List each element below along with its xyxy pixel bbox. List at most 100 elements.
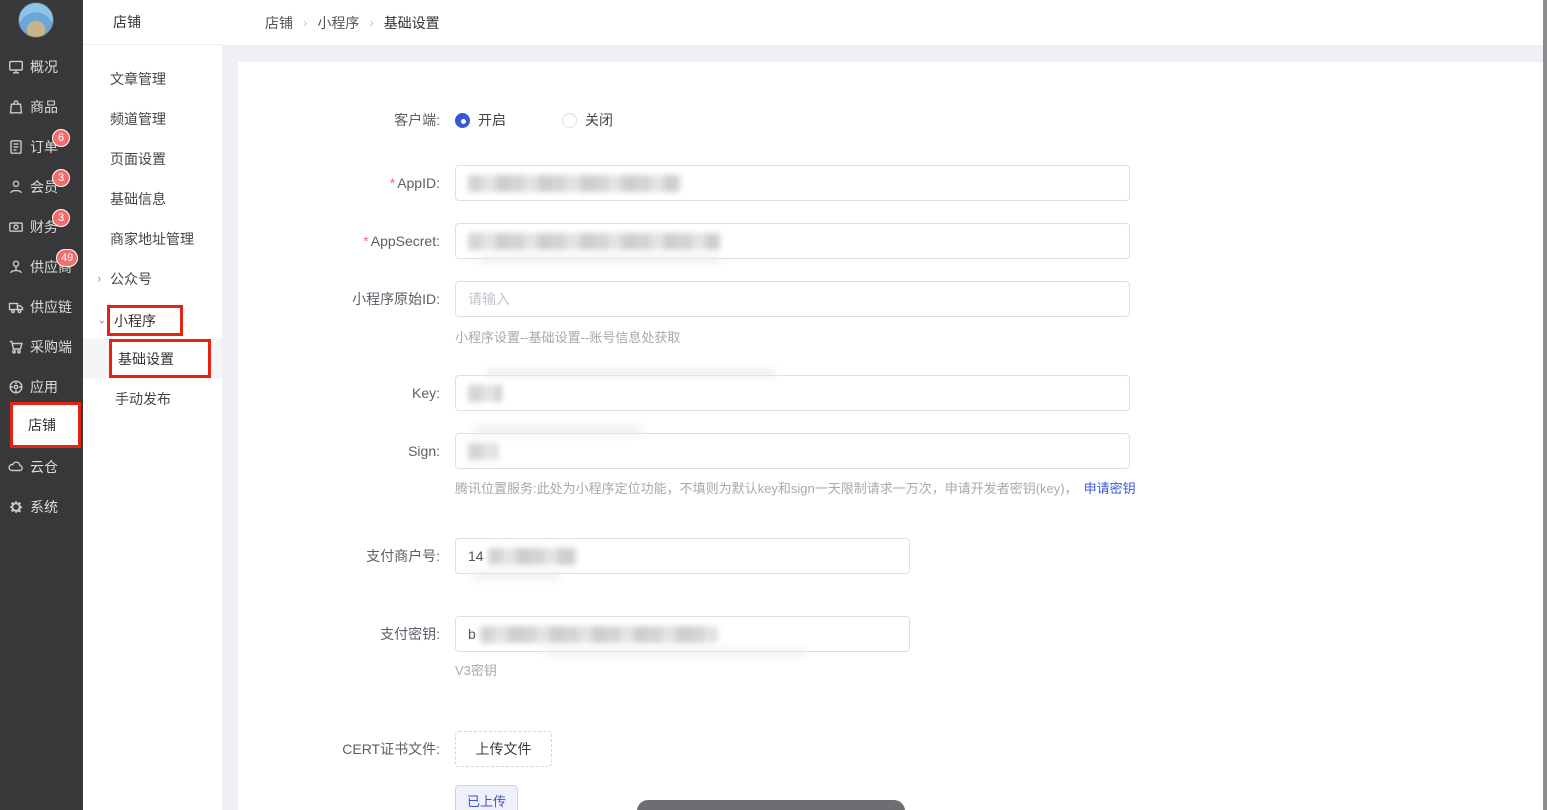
- appid-input[interactable]: [455, 165, 1130, 201]
- client-row: 客户端: 开启 关闭: [238, 110, 1543, 130]
- avatar[interactable]: [18, 2, 54, 38]
- orders-badge: 6: [52, 129, 70, 147]
- sidebar-item-supply-chain[interactable]: 供应链: [0, 287, 83, 327]
- sidebar-item-label: 应用: [30, 379, 58, 395]
- annotation-box-shop: 店铺: [10, 402, 81, 448]
- sidebar-item-label: 供应链: [30, 299, 72, 315]
- sidebar-item-label: 概况: [30, 59, 58, 75]
- goods-icon: [8, 99, 24, 115]
- supplier-badge: 49: [56, 249, 79, 267]
- submenu-item-manual-publish[interactable]: 手动发布: [83, 379, 222, 419]
- finance-icon: [8, 219, 24, 235]
- apps-icon: [8, 379, 24, 395]
- sidebar-item-cloud-warehouse[interactable]: 云仓: [0, 447, 83, 487]
- sidebar-item-label: 采购端: [30, 339, 72, 355]
- dashboard-icon: [8, 59, 24, 75]
- cert-label: CERT证书文件:: [342, 741, 440, 757]
- finance-badge: 3: [52, 209, 70, 227]
- sidebar-item-system[interactable]: 系统: [0, 487, 83, 527]
- submenu-item-articles[interactable]: 文章管理: [83, 59, 222, 99]
- radio-off[interactable]: [562, 112, 577, 128]
- visible-value-prefix: 14: [468, 548, 484, 564]
- key-input[interactable]: [455, 375, 1130, 411]
- supply-chain-icon: [8, 299, 24, 315]
- appid-row: * AppID:: [238, 165, 1543, 201]
- appsecret-row: * AppSecret:: [238, 223, 1543, 263]
- upload-file-button[interactable]: 上传文件: [455, 731, 552, 767]
- submenu-item-official-account[interactable]: › 公众号: [83, 259, 222, 299]
- masked-value: [479, 625, 718, 643]
- sign-row: Sign:: [238, 426, 1543, 469]
- original-id-help: 小程序设置--基础设置--账号信息处获取: [455, 330, 681, 345]
- original-id-row: 小程序原始ID:: [238, 281, 1543, 317]
- sub-sidebar-title: 店铺: [83, 0, 222, 45]
- masked-value: [468, 384, 502, 402]
- client-radio-group: 开启 关闭: [455, 110, 613, 130]
- cert-row: CERT证书文件: 上传文件: [238, 731, 1543, 767]
- sidebar-item-apps[interactable]: 应用: [0, 367, 83, 407]
- settings-form: 客户端: 开启 关闭 * AppID: * AppSecret: 小程序原始ID:: [238, 62, 1543, 810]
- breadcrumb: 店铺 › 小程序 › 基础设置: [222, 0, 1543, 45]
- chevron-right-icon: ›: [97, 272, 101, 286]
- radio-on-label[interactable]: 开启: [478, 110, 506, 130]
- window-scrollbar[interactable]: [1543, 0, 1547, 810]
- sidebar-item-finance[interactable]: 财务 3: [0, 207, 83, 247]
- pay-merchant-row: 支付商户号: 14: [238, 538, 1543, 579]
- cloud-warehouse-icon: [8, 459, 24, 475]
- appid-label: * AppID:: [389, 175, 440, 191]
- system-icon: [8, 499, 24, 515]
- pay-merchant-input[interactable]: 14: [455, 538, 910, 574]
- breadcrumb-mini-program[interactable]: 小程序: [317, 13, 359, 33]
- masked-value: [468, 174, 680, 192]
- required-mark: *: [389, 175, 396, 191]
- members-icon: [8, 179, 24, 195]
- breadcrumb-separator: ›: [303, 15, 308, 30]
- pay-secret-label: 支付密钥:: [380, 626, 440, 642]
- sidebar-item-supplier[interactable]: 供应商 49: [0, 247, 83, 287]
- pay-secret-input[interactable]: b: [455, 616, 910, 652]
- submenu-item-channels[interactable]: 频道管理: [83, 99, 222, 139]
- original-id-input[interactable]: [468, 282, 1117, 316]
- sidebar-item-label: 商品: [30, 99, 58, 115]
- pay-merchant-label: 支付商户号:: [366, 548, 440, 564]
- orders-icon: [8, 139, 24, 155]
- sign-help: 腾讯位置服务:此处为小程序定位功能，不填则为默认key和sign一天限制请求一万…: [455, 481, 1136, 496]
- pay-secret-help: V3密钥: [455, 663, 497, 678]
- key-label: Key:: [411, 385, 440, 401]
- sidebar-item-overview[interactable]: 概况: [0, 47, 83, 87]
- breadcrumb-basic-settings: 基础设置: [383, 14, 440, 31]
- pay-secret-row: 支付密钥: b: [238, 616, 1543, 656]
- original-id-input-wrap: [455, 281, 1130, 317]
- bottom-overlay-bar: [637, 800, 905, 810]
- sidebar-item-orders[interactable]: 订单 6: [0, 127, 83, 167]
- sidebar-item-label: 云仓: [30, 459, 58, 475]
- members-badge: 3: [52, 169, 70, 187]
- annotation-box-mini-program: 小程序: [107, 305, 183, 336]
- key-row: Key:: [238, 369, 1543, 411]
- radio-on[interactable]: [455, 112, 470, 128]
- required-mark: *: [363, 233, 369, 249]
- apply-key-link[interactable]: 申请密钥: [1084, 481, 1136, 496]
- uploaded-tag[interactable]: 已上传: [455, 785, 519, 810]
- breadcrumb-separator: ›: [369, 15, 374, 30]
- submenu-item-merchant-address[interactable]: 商家地址管理: [83, 219, 222, 259]
- sign-input[interactable]: [455, 433, 1130, 469]
- masked-value: [468, 232, 720, 250]
- sub-sidebar: 店铺 文章管理 频道管理 页面设置 基础信息 商家地址管理 › 公众号 ⌄ 小程…: [83, 0, 222, 810]
- radio-off-label[interactable]: 关闭: [585, 110, 613, 130]
- masked-value: [487, 547, 576, 565]
- submenu-item-page-settings[interactable]: 页面设置: [83, 139, 222, 179]
- supplier-icon: [8, 259, 24, 275]
- annotation-box-basic-settings: 基础设置: [109, 339, 211, 378]
- original-id-label: 小程序原始ID:: [352, 291, 440, 307]
- masked-value: [468, 442, 498, 460]
- sidebar-item-goods[interactable]: 商品: [0, 87, 83, 127]
- sidebar-item-procurement[interactable]: 采购端: [0, 327, 83, 367]
- main-nav: 概况 商品 订单 6 会员 3 财务 3 供应商 49 供应链 采购端 应用 云…: [0, 47, 83, 527]
- appsecret-input[interactable]: [455, 223, 1130, 259]
- sidebar-item-members[interactable]: 会员 3: [0, 167, 83, 207]
- submenu-item-basic-info[interactable]: 基础信息: [83, 179, 222, 219]
- sidebar-item-label: 系统: [30, 499, 58, 515]
- breadcrumb-shop[interactable]: 店铺: [265, 13, 293, 33]
- sign-label: Sign:: [408, 443, 440, 459]
